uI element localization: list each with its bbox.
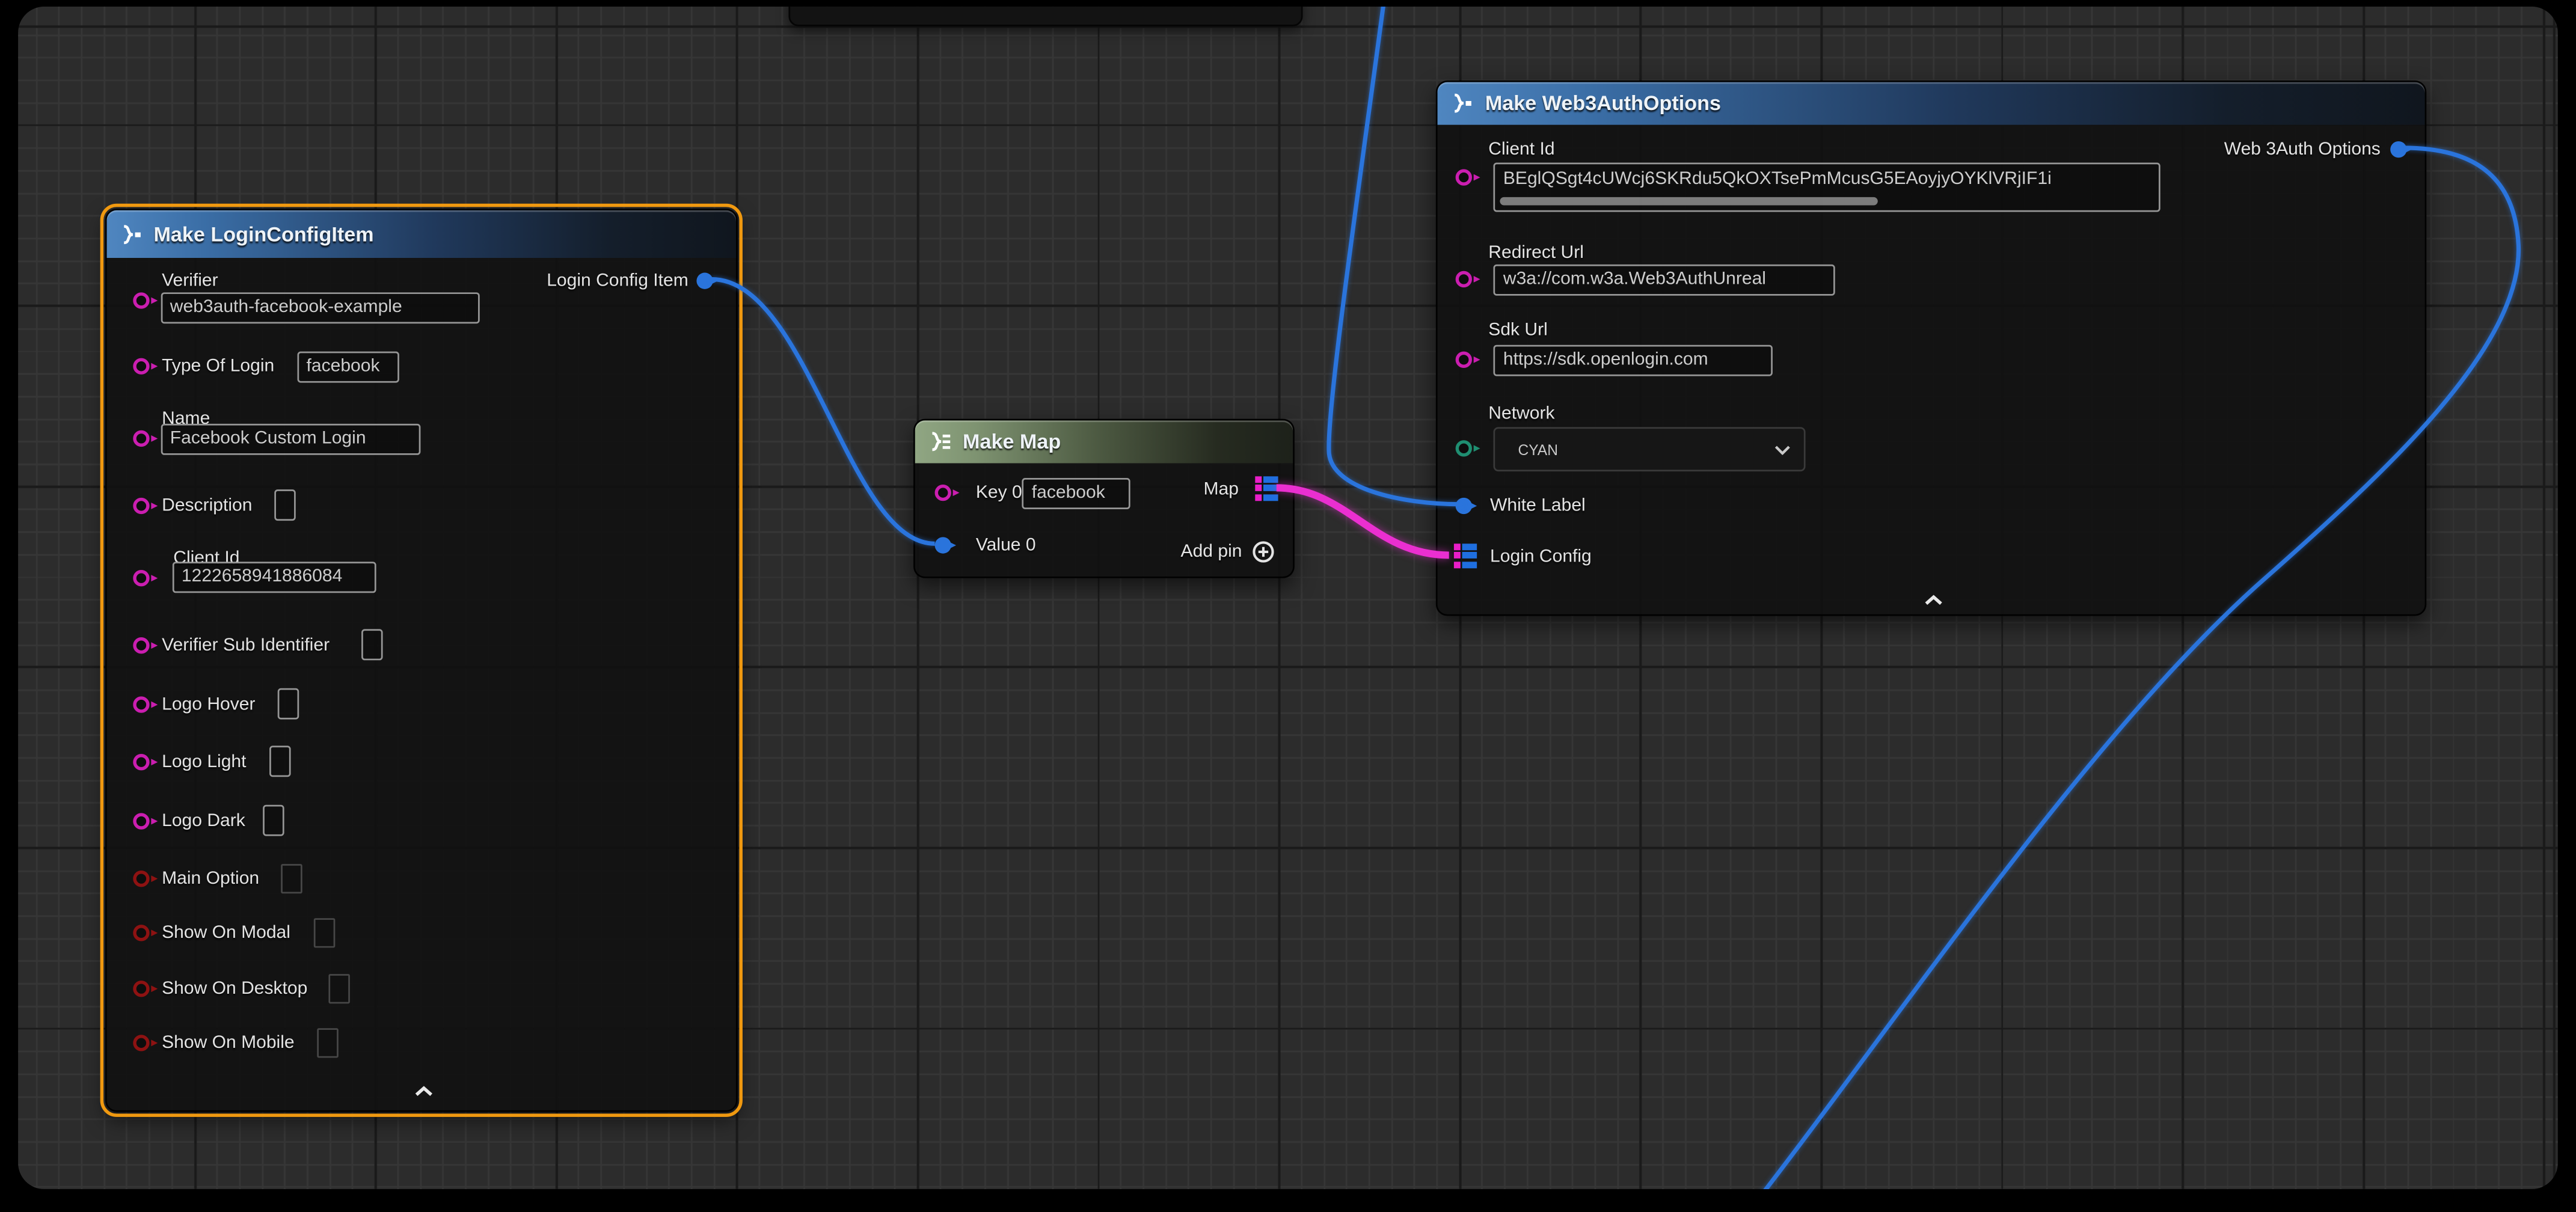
chevron-down-icon xyxy=(1774,444,1791,454)
client-id-input[interactable]: 1222658941886084 xyxy=(172,562,376,593)
show-on-mobile-checkbox[interactable] xyxy=(316,1028,338,1057)
field-label: Network xyxy=(1488,404,1554,424)
verifier-sub-identifier-pin[interactable] xyxy=(133,637,149,653)
node-header[interactable]: Make Web3AuthOptions xyxy=(1438,82,2425,125)
node-title: Make Map xyxy=(963,430,1061,453)
map-output-label: Map xyxy=(1204,480,1239,500)
show-on-desktop-pin[interactable] xyxy=(133,981,149,997)
redirect-url-pin[interactable] xyxy=(1456,271,1472,287)
collapse-node-icon[interactable] xyxy=(1924,585,1943,614)
value-0-pin[interactable] xyxy=(935,537,951,553)
client-id-pin[interactable] xyxy=(133,570,149,586)
network-selected-value: CYAN xyxy=(1518,442,1558,458)
verifier-sub-identifier-input[interactable] xyxy=(361,629,382,660)
value-0-label: Value 0 xyxy=(976,536,1036,556)
network-dropdown[interactable]: CYAN xyxy=(1493,427,1805,471)
field-label: Show On Modal xyxy=(162,923,290,943)
field-label: Show On Desktop xyxy=(162,979,307,999)
show-on-modal-checkbox[interactable] xyxy=(313,918,334,947)
collapse-node-icon[interactable] xyxy=(413,1076,433,1106)
logo-light-input[interactable] xyxy=(269,745,290,777)
sdk-url-pin[interactable] xyxy=(1456,352,1472,368)
graph-canvas[interactable]: Make LoginConfigItem Login Config Item V… xyxy=(18,7,2558,1189)
name-pin[interactable] xyxy=(133,430,149,447)
logo-dark-input[interactable] xyxy=(262,805,284,836)
field-label: Logo Hover xyxy=(162,695,255,715)
name-input[interactable]: Facebook Custom Login xyxy=(160,424,420,455)
description-pin[interactable] xyxy=(133,498,149,514)
field-label: Login Config xyxy=(1490,547,1592,567)
logo-dark-pin[interactable] xyxy=(133,813,149,829)
wire-map-to-loginconfig[interactable] xyxy=(1277,488,1449,555)
type-of-login-pin[interactable] xyxy=(133,358,149,375)
node-title: Make LoginConfigItem xyxy=(153,222,373,245)
field-label: Logo Dark xyxy=(162,812,245,831)
type-of-login-input[interactable]: facebook xyxy=(296,352,398,383)
show-on-modal-pin[interactable] xyxy=(133,925,149,941)
add-pin-plus-icon xyxy=(1252,540,1275,563)
field-label: Main Option xyxy=(162,869,259,889)
login-config-item-output-pin[interactable] xyxy=(696,273,712,289)
main-option-pin[interactable] xyxy=(133,871,149,887)
field-label: Show On Mobile xyxy=(162,1033,295,1053)
field-label: Logo Light xyxy=(162,752,246,772)
field-label: Client Id xyxy=(1488,139,1554,159)
field-label: Sdk Url xyxy=(1488,320,1548,340)
blueprint-editor: Make LoginConfigItem Login Config Item V… xyxy=(0,0,2576,1212)
node-title: Make Web3AuthOptions xyxy=(1485,92,1721,115)
client-id-scrollbar[interactable] xyxy=(1500,197,1877,206)
key-0-pin[interactable] xyxy=(935,485,951,501)
node-make-web3authoptions[interactable]: Make Web3AuthOptions Web 3Auth Options C… xyxy=(1436,81,2426,616)
make-struct-icon xyxy=(1450,94,1475,114)
client-id-pin[interactable] xyxy=(1456,169,1472,185)
key-0-label: Key 0 xyxy=(976,483,1022,503)
output-pin-label: Login Config Item xyxy=(547,271,688,291)
main-option-checkbox[interactable] xyxy=(280,864,302,893)
output-pin-label: Web 3Auth Options xyxy=(2224,139,2381,159)
login-config-pin[interactable] xyxy=(1454,543,1477,570)
redirect-url-input[interactable]: w3a://com.w3a.Web3AuthUnreal xyxy=(1493,265,1835,296)
node-make-loginconfigitem[interactable]: Make LoginConfigItem Login Config Item V… xyxy=(104,209,737,1112)
make-struct-icon xyxy=(119,224,144,244)
show-on-desktop-checkbox[interactable] xyxy=(328,974,349,1003)
field-label: Redirect Url xyxy=(1488,243,1584,263)
field-label: Type Of Login xyxy=(162,357,274,376)
network-pin[interactable] xyxy=(1456,440,1472,456)
field-label: Verifier Sub Identifier xyxy=(162,635,330,655)
node-header[interactable]: Make LoginConfigItem xyxy=(106,210,736,258)
add-pin-button[interactable]: Add pin xyxy=(1181,540,1275,563)
make-map-icon xyxy=(928,432,953,452)
key-0-input[interactable]: facebook xyxy=(1022,478,1130,509)
sdk-url-input[interactable]: https://sdk.openlogin.com xyxy=(1493,345,1772,376)
client-id-input[interactable]: BEglQSgt4cUWcj6SKRdu5QkOXTsePmMcusG5EAoy… xyxy=(1493,162,2160,212)
add-pin-label: Add pin xyxy=(1181,542,1242,562)
node-make-map[interactable]: Make Map Key 0 facebook Map Value 0 Add … xyxy=(913,419,1295,578)
logo-hover-input[interactable] xyxy=(277,688,298,720)
logo-hover-pin[interactable] xyxy=(133,696,149,712)
field-label: Description xyxy=(162,496,252,516)
logo-light-pin[interactable] xyxy=(133,754,149,770)
wire-loginconfigitem-to-value0[interactable] xyxy=(711,279,935,543)
node-header[interactable]: Make Map xyxy=(915,420,1293,463)
field-label: Verifier xyxy=(162,271,218,291)
verifier-input[interactable]: web3auth-facebook-example xyxy=(160,292,479,323)
verifier-pin[interactable] xyxy=(133,292,149,308)
show-on-mobile-pin[interactable] xyxy=(133,1035,149,1051)
client-id-text: BEglQSgt4cUWcj6SKRdu5QkOXTsePmMcusG5EAoy… xyxy=(1503,169,2052,189)
map-output-pin[interactable] xyxy=(1255,476,1278,503)
clipped-node[interactable] xyxy=(788,7,1302,26)
field-label: White Label xyxy=(1490,496,1586,516)
description-input[interactable] xyxy=(274,489,295,521)
